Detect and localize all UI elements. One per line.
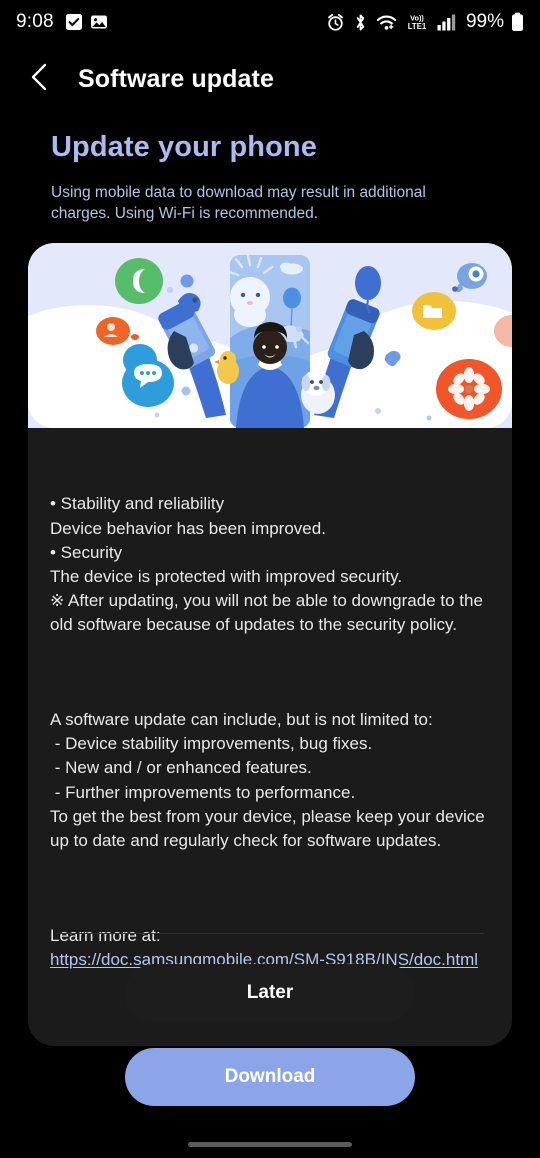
update-info-card: • Stability and reliability Device behav… [28, 243, 512, 1047]
release-notes-paragraph-2: A software update can include, but is no… [50, 710, 485, 851]
status-bar-clock: 9:08 [16, 11, 54, 32]
alarm-icon [326, 13, 345, 32]
svg-text:Vo)): Vo)) [410, 13, 424, 22]
status-bar-notification-icons [65, 13, 108, 31]
update-subheading: Using mobile data to download may result… [51, 184, 426, 222]
volte-lte1-icon: Vo)) LTE1 [404, 12, 430, 32]
status-bar-system-icons: Vo)) LTE1 99% [326, 11, 524, 33]
release-notes-paragraph-1: • Stability and reliability Device behav… [50, 494, 483, 635]
update-heading: Update your phone [51, 131, 317, 163]
action-bar: Software update [0, 48, 540, 110]
later-button[interactable]: Later [125, 964, 415, 1022]
battery-percentage-label: 99% [465, 11, 504, 32]
checkbox-checked-icon [65, 13, 83, 31]
download-button[interactable]: Download [125, 1048, 415, 1106]
chevron-left-icon [27, 62, 53, 97]
learn-more-label: Learn more at: [50, 925, 161, 945]
status-bar: 9:08 Vo)) LTE1 99% [0, 0, 540, 44]
update-illustration [28, 243, 512, 428]
back-button[interactable] [14, 53, 66, 105]
svg-text:LTE1: LTE1 [408, 22, 427, 31]
image-icon [90, 13, 108, 31]
footer-divider [56, 933, 484, 934]
release-notes: • Stability and reliability Device behav… [28, 428, 512, 1046]
battery-icon [511, 12, 524, 32]
bluetooth-icon [352, 13, 369, 32]
signal-bars-icon [437, 13, 457, 32]
software-update-screen: 9:08 Vo)) LTE1 99% Software update Updat… [0, 0, 540, 1158]
home-gesture-bar[interactable] [188, 1142, 352, 1147]
page-title: Software update [78, 64, 274, 93]
wifi-icon [376, 13, 397, 32]
